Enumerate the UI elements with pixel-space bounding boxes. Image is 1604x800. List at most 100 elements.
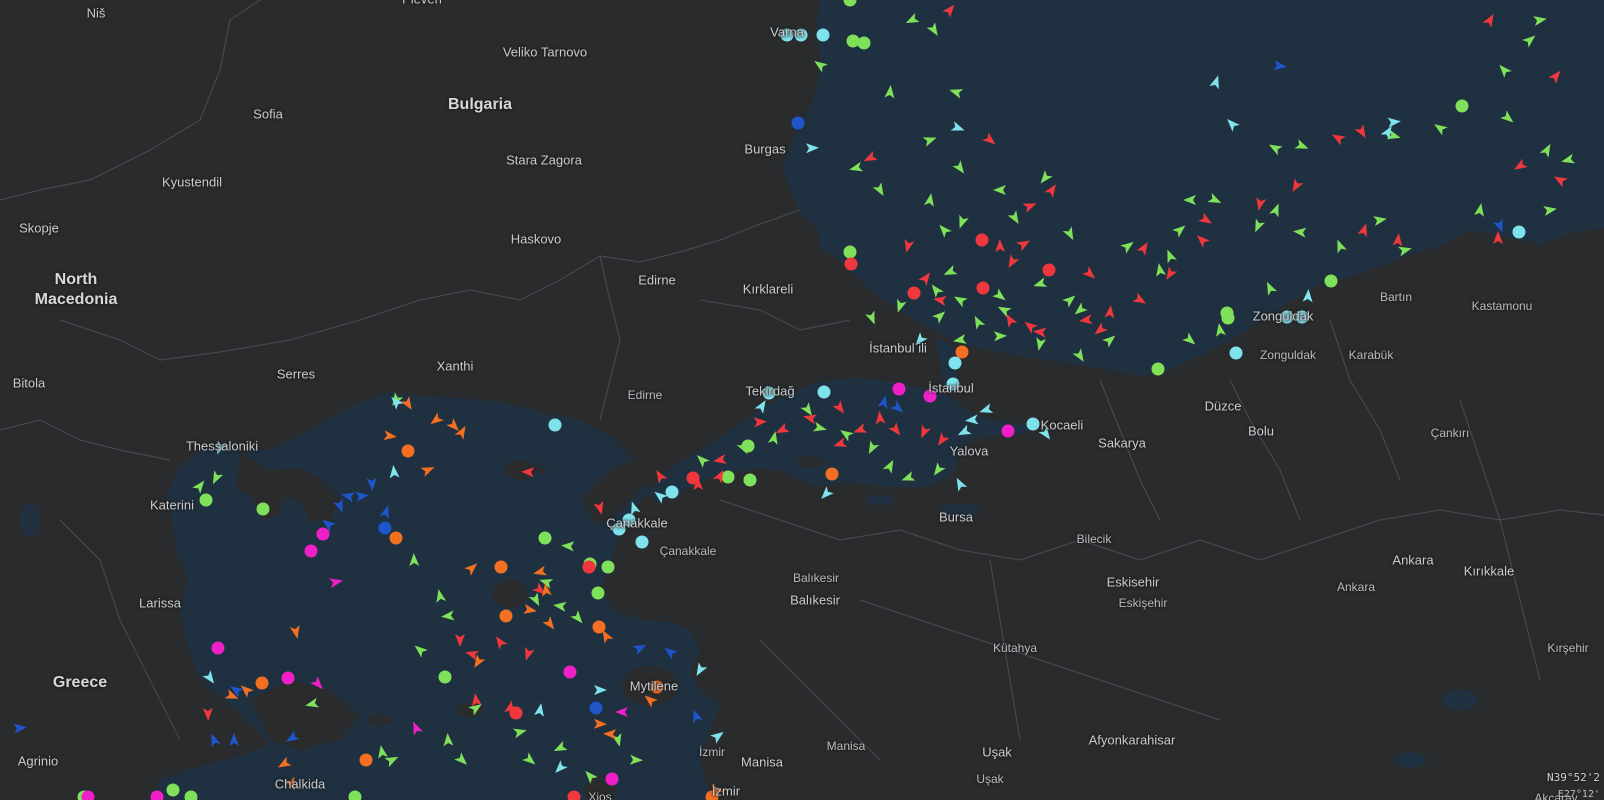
vessel-arrow-cyan[interactable] bbox=[388, 465, 400, 479]
vessel-marker-magenta[interactable] bbox=[316, 527, 330, 541]
vessel-arrow-red[interactable] bbox=[1016, 236, 1032, 252]
vessel-marker-magenta[interactable] bbox=[211, 641, 225, 655]
vessel-arrow-red[interactable] bbox=[874, 411, 886, 425]
vessel-marker-green[interactable] bbox=[743, 473, 757, 487]
vessel-arrow-green[interactable] bbox=[1154, 262, 1166, 277]
vessel-arrow-red[interactable] bbox=[1254, 197, 1267, 212]
vessel-arrow-green[interactable] bbox=[1163, 248, 1177, 264]
vessel-arrow-cyan[interactable] bbox=[534, 702, 546, 717]
vessel-marker-cyan[interactable] bbox=[762, 386, 776, 400]
vessel-arrow-green[interactable] bbox=[882, 457, 898, 474]
vessel-arrow-green[interactable] bbox=[561, 541, 575, 552]
vessel-arrow-cyan[interactable] bbox=[950, 121, 967, 135]
vessel-marker-cyan[interactable] bbox=[1229, 346, 1243, 360]
vessel-arrow-red[interactable] bbox=[1329, 130, 1346, 146]
vessel-marker-green[interactable] bbox=[846, 34, 860, 48]
vessel-arrow-red[interactable] bbox=[1198, 212, 1214, 228]
vessel-arrow-green[interactable] bbox=[942, 264, 958, 279]
vessel-marker-cyan[interactable] bbox=[780, 28, 794, 42]
vessel-marker-green[interactable] bbox=[843, 0, 857, 7]
vessel-arrow-cyan[interactable] bbox=[952, 475, 968, 492]
vessel-marker-magenta[interactable] bbox=[281, 671, 295, 685]
vessel-marker-magenta[interactable] bbox=[605, 772, 619, 786]
vessel-marker-red[interactable] bbox=[975, 233, 989, 247]
vessel-arrow-cyan[interactable] bbox=[1038, 426, 1054, 442]
vessel-arrow-green[interactable] bbox=[411, 642, 428, 658]
vessel-arrow-green[interactable] bbox=[1102, 332, 1118, 348]
vessel-marker-orange[interactable] bbox=[499, 609, 513, 623]
vessel-marker-green[interactable] bbox=[1455, 99, 1469, 113]
vessel-arrow-green[interactable] bbox=[384, 752, 400, 768]
vessel-arrow-blue[interactable] bbox=[207, 732, 221, 748]
vessel-marker-cyan[interactable] bbox=[1512, 225, 1526, 239]
vessel-arrow-red[interactable] bbox=[492, 633, 508, 650]
vessel-arrow-red[interactable] bbox=[1354, 124, 1370, 140]
vessel-marker-orange[interactable] bbox=[955, 345, 969, 359]
vessel-arrow-orange[interactable] bbox=[275, 756, 292, 772]
vessel-arrow-green[interactable] bbox=[893, 298, 907, 314]
vessel-arrow-red[interactable] bbox=[652, 467, 668, 484]
vessel-marker-blue[interactable] bbox=[791, 116, 805, 130]
vessel-arrow-green[interactable] bbox=[1172, 222, 1188, 238]
vessel-arrow-green[interactable] bbox=[1543, 204, 1558, 216]
vessel-arrow-green[interactable] bbox=[848, 161, 864, 175]
vessel-arrow-green[interactable] bbox=[930, 462, 946, 478]
vessel-arrow-red[interactable] bbox=[832, 400, 848, 416]
vessel-arrow-red[interactable] bbox=[1091, 322, 1108, 338]
vessel-arrow-blue[interactable] bbox=[229, 733, 240, 747]
vessel-arrow-red[interactable] bbox=[1136, 239, 1152, 256]
vessel-arrow-cyan[interactable] bbox=[651, 488, 668, 504]
vessel-arrow-green[interactable] bbox=[955, 214, 969, 231]
vessel-arrow-green[interactable] bbox=[1266, 140, 1283, 156]
vessel-arrow-red[interactable] bbox=[712, 454, 727, 466]
vessel-marker-cyan[interactable] bbox=[946, 377, 960, 391]
vessel-arrow-green[interactable] bbox=[192, 477, 208, 494]
vessel-marker-cyan[interactable] bbox=[1026, 417, 1040, 431]
vessel-arrow-red[interactable] bbox=[593, 500, 607, 516]
vessel-arrow-green[interactable] bbox=[693, 452, 710, 468]
vessel-arrow-red[interactable] bbox=[1004, 254, 1020, 270]
vessel-arrow-green[interactable] bbox=[1500, 110, 1516, 126]
vessel-arrow-magenta[interactable] bbox=[310, 676, 326, 692]
vessel-arrow-orange[interactable] bbox=[383, 430, 397, 442]
vessel-arrow-green[interactable] bbox=[434, 588, 447, 603]
vessel-marker-green[interactable] bbox=[721, 470, 735, 484]
vessel-arrow-green[interactable] bbox=[1533, 14, 1548, 26]
vessel-marker-magenta[interactable] bbox=[563, 665, 577, 679]
vessel-marker-green[interactable] bbox=[538, 531, 552, 545]
vessel-arrow-green[interactable] bbox=[441, 610, 455, 621]
vessel-arrow-green[interactable] bbox=[865, 310, 879, 327]
vessel-marker-green[interactable] bbox=[199, 493, 213, 507]
vessel-arrow-red[interactable] bbox=[862, 150, 878, 166]
vessel-arrow-orange[interactable] bbox=[603, 729, 617, 740]
vessel-arrow-cyan[interactable] bbox=[213, 440, 228, 456]
vessel-arrow-orange[interactable] bbox=[641, 692, 658, 708]
vessel-arrow-green[interactable] bbox=[952, 160, 968, 176]
vessel-arrow-orange[interactable] bbox=[464, 560, 480, 576]
vessel-arrow-red[interactable] bbox=[1548, 67, 1564, 84]
vessel-arrow-green[interactable] bbox=[1269, 202, 1283, 218]
vessel-arrow-green[interactable] bbox=[1062, 292, 1078, 308]
vessel-arrow-green[interactable] bbox=[1182, 332, 1198, 348]
vessel-arrow-red[interactable] bbox=[202, 707, 213, 721]
vessel-arrow-green[interactable] bbox=[1294, 139, 1311, 153]
vessel-marker-magenta[interactable] bbox=[150, 790, 164, 800]
vessel-arrow-red[interactable] bbox=[982, 132, 998, 148]
vessel-arrow-blue[interactable] bbox=[333, 498, 347, 515]
vessel-arrow-green[interactable] bbox=[1037, 170, 1053, 186]
vessel-arrow-green[interactable] bbox=[1262, 280, 1278, 296]
vessel-arrow-red[interactable] bbox=[1193, 232, 1210, 248]
vessel-marker-green[interactable] bbox=[1151, 362, 1165, 376]
vessel-marker-green[interactable] bbox=[591, 586, 605, 600]
vessel-arrow-cyan[interactable] bbox=[627, 500, 641, 516]
vessel-marker-red[interactable] bbox=[844, 257, 858, 271]
vessel-arrow-green[interactable] bbox=[409, 553, 420, 567]
vessel-arrow-green[interactable] bbox=[1034, 337, 1047, 352]
vessel-arrow-green[interactable] bbox=[1207, 192, 1223, 208]
vessel-marker-green[interactable] bbox=[438, 670, 452, 684]
vessel-arrow-green[interactable] bbox=[1007, 210, 1023, 226]
vessel-arrow-red[interactable] bbox=[1511, 158, 1528, 174]
vessel-marker-orange[interactable] bbox=[255, 676, 269, 690]
vessel-arrow-orange[interactable] bbox=[427, 412, 444, 428]
vessel-marker-magenta[interactable] bbox=[923, 389, 937, 403]
